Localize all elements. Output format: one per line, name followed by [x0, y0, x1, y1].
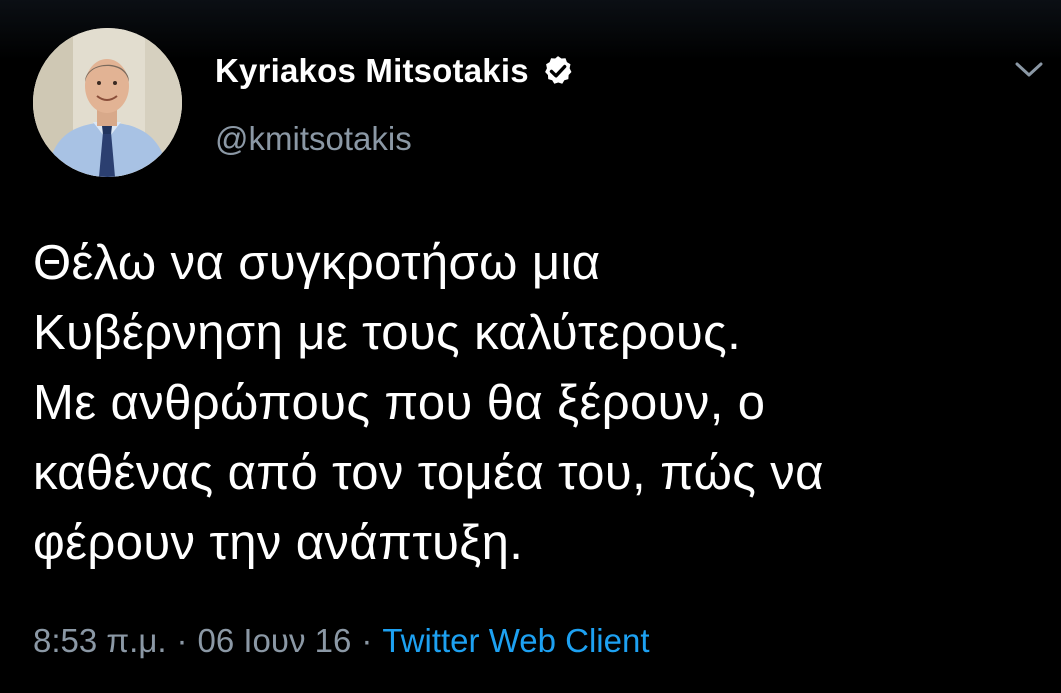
- tweet-text-line: Θέλω να συγκροτήσω μια: [33, 236, 601, 290]
- tweet-date[interactable]: 06 Ιουν 16: [198, 622, 352, 660]
- author-name-row: Kyriakos Mitsotakis: [215, 52, 575, 90]
- tweet-time[interactable]: 8:53 π.μ.: [33, 622, 167, 660]
- chevron-down-icon[interactable]: [1011, 56, 1047, 82]
- author-display-name[interactable]: Kyriakos Mitsotakis: [215, 52, 529, 90]
- tweet-text-line: καθένας από τον τομέα του, πώς να: [33, 446, 824, 500]
- verified-badge-icon: [544, 56, 572, 84]
- tweet-meta: 8:53 π.μ. · 06 Ιουν 16 · Twitter Web Cli…: [33, 622, 650, 660]
- tweet-text-line: Με ανθρώπους που θα ξέρουν, ο: [33, 376, 766, 430]
- meta-separator: ·: [361, 622, 373, 659]
- author-handle[interactable]: @kmitsotakis: [215, 120, 412, 158]
- tweet-client-link[interactable]: Twitter Web Client: [382, 622, 649, 660]
- profile-photo: [33, 28, 182, 177]
- avatar[interactable]: [33, 28, 182, 177]
- tweet-card: Kyriakos Mitsotakis @kmitsotakis Θέλω να…: [0, 0, 1061, 693]
- meta-separator: ·: [176, 622, 188, 659]
- tweet-text: Θέλω να συγκροτήσω μια Κυβέρνηση με τους…: [33, 228, 1043, 578]
- tweet-text-line: Κυβέρνηση με τους καλύτερους.: [33, 306, 742, 360]
- tweet-text-line: φέρουν την ανάπτυξη.: [33, 516, 524, 570]
